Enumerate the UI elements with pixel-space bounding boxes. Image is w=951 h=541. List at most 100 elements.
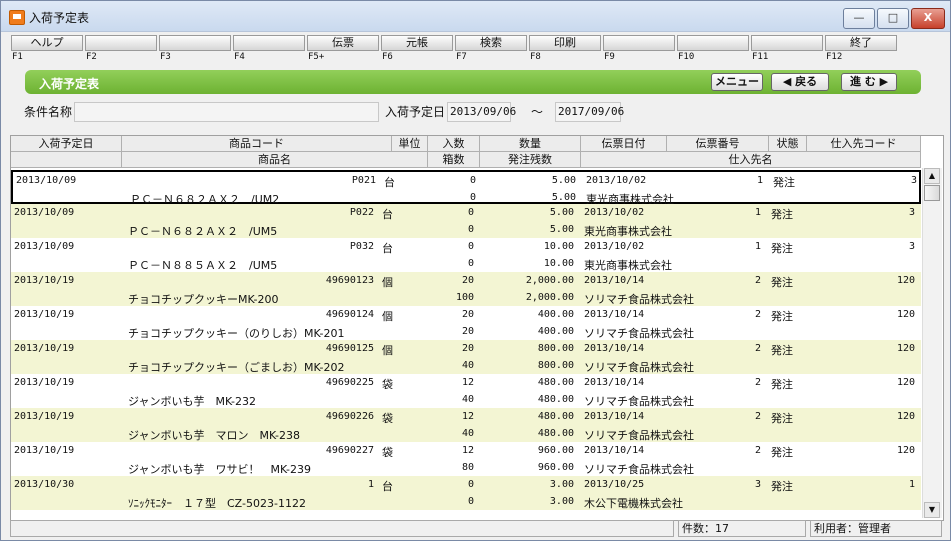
fkey-number: F1 — [12, 52, 23, 62]
cell-unit: 個 — [382, 344, 393, 357]
cell-slip-date: 2013/10/14 — [584, 445, 645, 456]
cell-date: 2013/10/09 — [16, 175, 77, 186]
fkey-number: F11 — [752, 52, 769, 62]
app-window: 入荷予定表 — □ X ヘルプ F1 F2 F3 F4 伝票 F5+ 元帳 F6 検索 F7 印刷 F8… — [0, 0, 951, 541]
minimize-button[interactable]: — — [843, 8, 875, 29]
maximize-button[interactable]: □ — [877, 8, 909, 29]
cell-irisu: 12 — [461, 445, 474, 456]
close-button[interactable]: X — [911, 8, 945, 29]
table-row[interactable]: 2013/10/30 1 台 0 3.00 2013/10/25 3 発注 1 ｿﾆｯｸﾓﾆﾀｰ … — [11, 476, 921, 510]
col-header-box-count[interactable]: 箱数 — [428, 152, 480, 168]
table-row[interactable]: 2013/10/09 P022 台 0 5.00 2013/10/02 1 発注 3 ＰＣ－Ｎ６８… — [11, 204, 921, 238]
cell-date: 2013/10/19 — [14, 309, 75, 320]
cell-irisu: 20 — [461, 343, 474, 354]
col-header-order-remaining[interactable]: 発注残数 — [480, 152, 581, 168]
cell-hakosu: 40 — [461, 394, 474, 405]
fkey-f3[interactable]: F3 — [159, 35, 231, 65]
cell-supplier-code: 120 — [896, 309, 915, 320]
fkey-f1[interactable]: ヘルプ F1 — [11, 35, 83, 65]
fkey-button[interactable] — [603, 35, 675, 51]
cell-zan: 800.00 — [537, 360, 574, 371]
scroll-up-icon[interactable]: ▲ — [924, 168, 940, 184]
fkey-f11[interactable]: F11 — [751, 35, 823, 65]
date-to-input[interactable]: 2017/09/06 — [555, 102, 624, 122]
fkey-f2[interactable]: F2 — [85, 35, 157, 65]
current-user: 利用者：管理者 — [810, 520, 942, 537]
col-header-irisu[interactable]: 入数 — [428, 136, 480, 152]
cell-slip-date: 2013/10/14 — [584, 275, 645, 286]
fkey-f9[interactable]: F9 — [603, 35, 675, 65]
vertical-scrollbar[interactable]: ▲ ▼ — [922, 168, 942, 518]
cell-irisu: 0 — [469, 175, 476, 186]
col-header-quantity[interactable]: 数量 — [480, 136, 581, 152]
table-row[interactable]: 2013/10/19 49690125 個 20 800.00 2013/10/14 2 発注… — [11, 340, 921, 374]
window-title: 入荷予定表 — [29, 11, 90, 25]
fkey-button[interactable]: 検索 — [455, 35, 527, 51]
fkey-button[interactable]: 伝票 — [307, 35, 379, 51]
cell-supplier-code: 3 — [908, 241, 915, 252]
cell-qty: 400.00 — [537, 309, 574, 320]
fkey-button[interactable]: ヘルプ — [11, 35, 83, 51]
back-button[interactable]: ◀ 戻る — [771, 73, 829, 91]
menu-button[interactable]: メニュー — [711, 73, 763, 91]
col-header-product-code[interactable]: 商品コード — [122, 136, 392, 152]
cell-date: 2013/10/19 — [14, 343, 75, 354]
cell-slip-no: 1 — [754, 207, 761, 218]
cell-name: チョコチップクッキー（のりしお）MK-201 — [128, 327, 345, 340]
table-row[interactable]: 2013/10/19 49690225 袋 12 480.00 2013/10/14 2 発注… — [11, 374, 921, 408]
fkey-f5plus[interactable]: 伝票 F5+ — [307, 35, 379, 65]
col-header-supplier-code[interactable]: 仕入先コード — [807, 136, 921, 152]
cell-unit: 袋 — [382, 412, 393, 425]
fkey-button[interactable]: 終了 — [825, 35, 897, 51]
date-from-input[interactable]: 2013/09/06 — [447, 102, 516, 122]
col-header-slip-date[interactable]: 伝票日付 — [581, 136, 667, 152]
fkey-f6[interactable]: 元帳 F6 — [381, 35, 453, 65]
cell-unit: 袋 — [382, 446, 393, 459]
cell-hakosu: 0 — [467, 258, 474, 269]
table-row[interactable]: 2013/10/09 P021 台 0 5.00 2013/10/02 1 発注 3 ＰＣ－Ｎ６８… — [11, 170, 921, 206]
cell-slip-date: 2013/10/14 — [584, 343, 645, 354]
cell-irisu: 0 — [467, 479, 474, 490]
fkey-button[interactable] — [233, 35, 305, 51]
col-header-arrival-date[interactable]: 入荷予定日 — [11, 136, 122, 152]
next-button[interactable]: 進 む ▶ — [841, 73, 897, 91]
cell-unit: 台 — [382, 480, 393, 493]
cell-code: P021 — [351, 175, 376, 186]
cell-supplier: ソリマチ食品株式会社 — [584, 361, 694, 374]
table-row[interactable]: 2013/10/09 P032 台 0 10.00 2013/10/02 1 発注 3 ＰＣ－Ｎ８… — [11, 238, 921, 272]
scroll-thumb[interactable] — [924, 185, 940, 201]
header-row-1: 入荷予定日 商品コード 単位 入数 数量 伝票日付 伝票番号 状態 仕入先コード — [11, 136, 921, 152]
col-header-supplier-name[interactable]: 仕入先名 — [581, 152, 921, 168]
cell-date: 2013/10/09 — [14, 207, 75, 218]
condition-name-input[interactable] — [74, 102, 379, 122]
table-row[interactable]: 2013/10/19 49690124 個 20 400.00 2013/10/14 2 発注… — [11, 306, 921, 340]
cell-supplier-code: 1 — [908, 479, 915, 490]
col-header-status[interactable]: 状態 — [769, 136, 807, 152]
col-header-product-name[interactable]: 商品名 — [122, 152, 428, 168]
cell-slip-no: 1 — [756, 175, 763, 186]
fkey-button[interactable] — [159, 35, 231, 51]
fkey-button[interactable] — [677, 35, 749, 51]
status-message — [10, 520, 674, 537]
table-row[interactable]: 2013/10/19 49690227 袋 12 960.00 2013/10/14 2 発注… — [11, 442, 921, 476]
table-row[interactable]: 2013/10/19 49690226 袋 12 480.00 2013/10/14 2 発注… — [11, 408, 921, 442]
fkey-f10[interactable]: F10 — [677, 35, 749, 65]
fkey-f8[interactable]: 印刷 F8 — [529, 35, 601, 65]
cell-slip-no: 3 — [754, 479, 761, 490]
fkey-f4[interactable]: F4 — [233, 35, 305, 65]
cell-code: 49690225 — [325, 377, 374, 388]
cell-date: 2013/10/30 — [14, 479, 75, 490]
cell-supplier: 東光商事株式会社 — [584, 259, 672, 272]
cell-code: 49690124 — [325, 309, 374, 320]
col-header-unit[interactable]: 単位 — [392, 136, 428, 152]
table-row[interactable]: 2013/10/19 49690123 個 20 2,000.00 2013/10/14 2… — [11, 272, 921, 306]
scroll-down-icon[interactable]: ▼ — [924, 502, 940, 518]
cell-hakosu: 0 — [467, 496, 474, 507]
col-header-slip-no[interactable]: 伝票番号 — [667, 136, 769, 152]
fkey-button[interactable]: 印刷 — [529, 35, 601, 51]
fkey-f12[interactable]: 終了 F12 — [825, 35, 897, 65]
fkey-button[interactable]: 元帳 — [381, 35, 453, 51]
fkey-button[interactable] — [751, 35, 823, 51]
fkey-f7[interactable]: 検索 F7 — [455, 35, 527, 65]
fkey-button[interactable] — [85, 35, 157, 51]
